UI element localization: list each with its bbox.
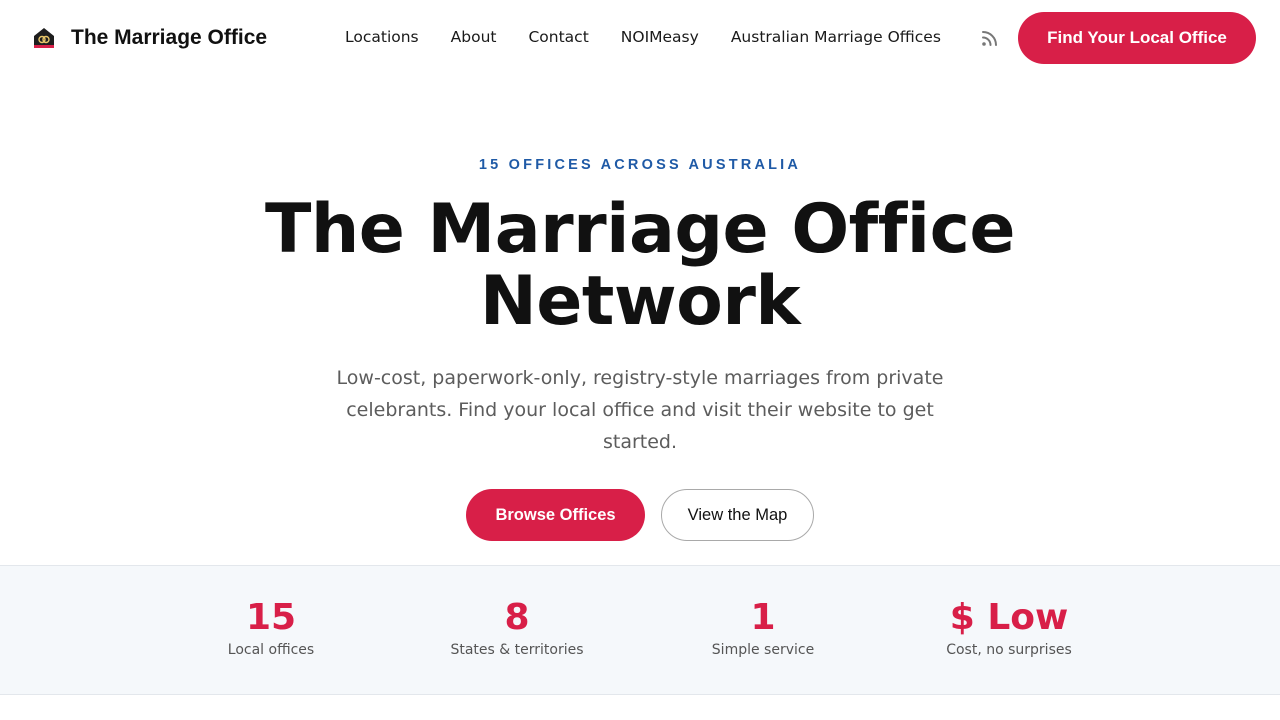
stat-simple-service: 1 Simple service: [653, 596, 873, 658]
nav-locations[interactable]: Locations: [345, 28, 419, 46]
view-map-button[interactable]: View the Map: [661, 489, 814, 541]
find-local-office-button[interactable]: Find Your Local Office: [1018, 12, 1256, 64]
hero-description: Low-cost, paperwork-only, registry-style…: [336, 367, 944, 453]
stat-value: 15: [245, 597, 297, 638]
stat-local-offices: 15 Local offices: [161, 596, 381, 658]
stats-band: 15 Local offices 8 States & territories …: [0, 565, 1280, 695]
stat-cost: $ Low Cost, no surprises: [899, 596, 1119, 658]
nav-about[interactable]: About: [451, 28, 497, 46]
stat-states-territories: 8 States & territories: [407, 596, 627, 658]
stat-value: $ Low: [949, 597, 1069, 638]
stat-label: States & territories: [450, 642, 584, 658]
hero-title: The Marriage Office Network: [140, 194, 1140, 338]
stat-value: 8: [504, 597, 530, 638]
site-header: The Marriage Office Locations About Cont…: [0, 0, 1280, 76]
rss-icon[interactable]: [980, 28, 1000, 48]
hero-title-line2: Network: [479, 262, 801, 341]
hero-eyebrow: 15 OFFICES ACROSS AUSTRALIA: [478, 157, 802, 173]
hero-title-line1: The Marriage Office: [264, 190, 1016, 269]
browse-offices-button[interactable]: Browse Offices: [466, 489, 645, 541]
house-rings-icon: [34, 28, 54, 48]
stat-value: 1: [750, 597, 776, 638]
stat-label: Simple service: [711, 642, 815, 658]
main-nav: Locations About Contact NOIMeasy Austral…: [345, 28, 973, 46]
nav-noimeasy[interactable]: NOIMeasy: [621, 28, 699, 46]
stat-label: Cost, no surprises: [946, 642, 1072, 658]
stat-label: Local offices: [227, 642, 315, 658]
brand-link[interactable]: The Marriage Office: [33, 26, 267, 50]
brand-title: The Marriage Office: [71, 26, 268, 49]
nav-contact[interactable]: Contact: [528, 28, 588, 46]
nav-australian-marriage-offices[interactable]: Australian Marriage Offices: [731, 28, 941, 46]
